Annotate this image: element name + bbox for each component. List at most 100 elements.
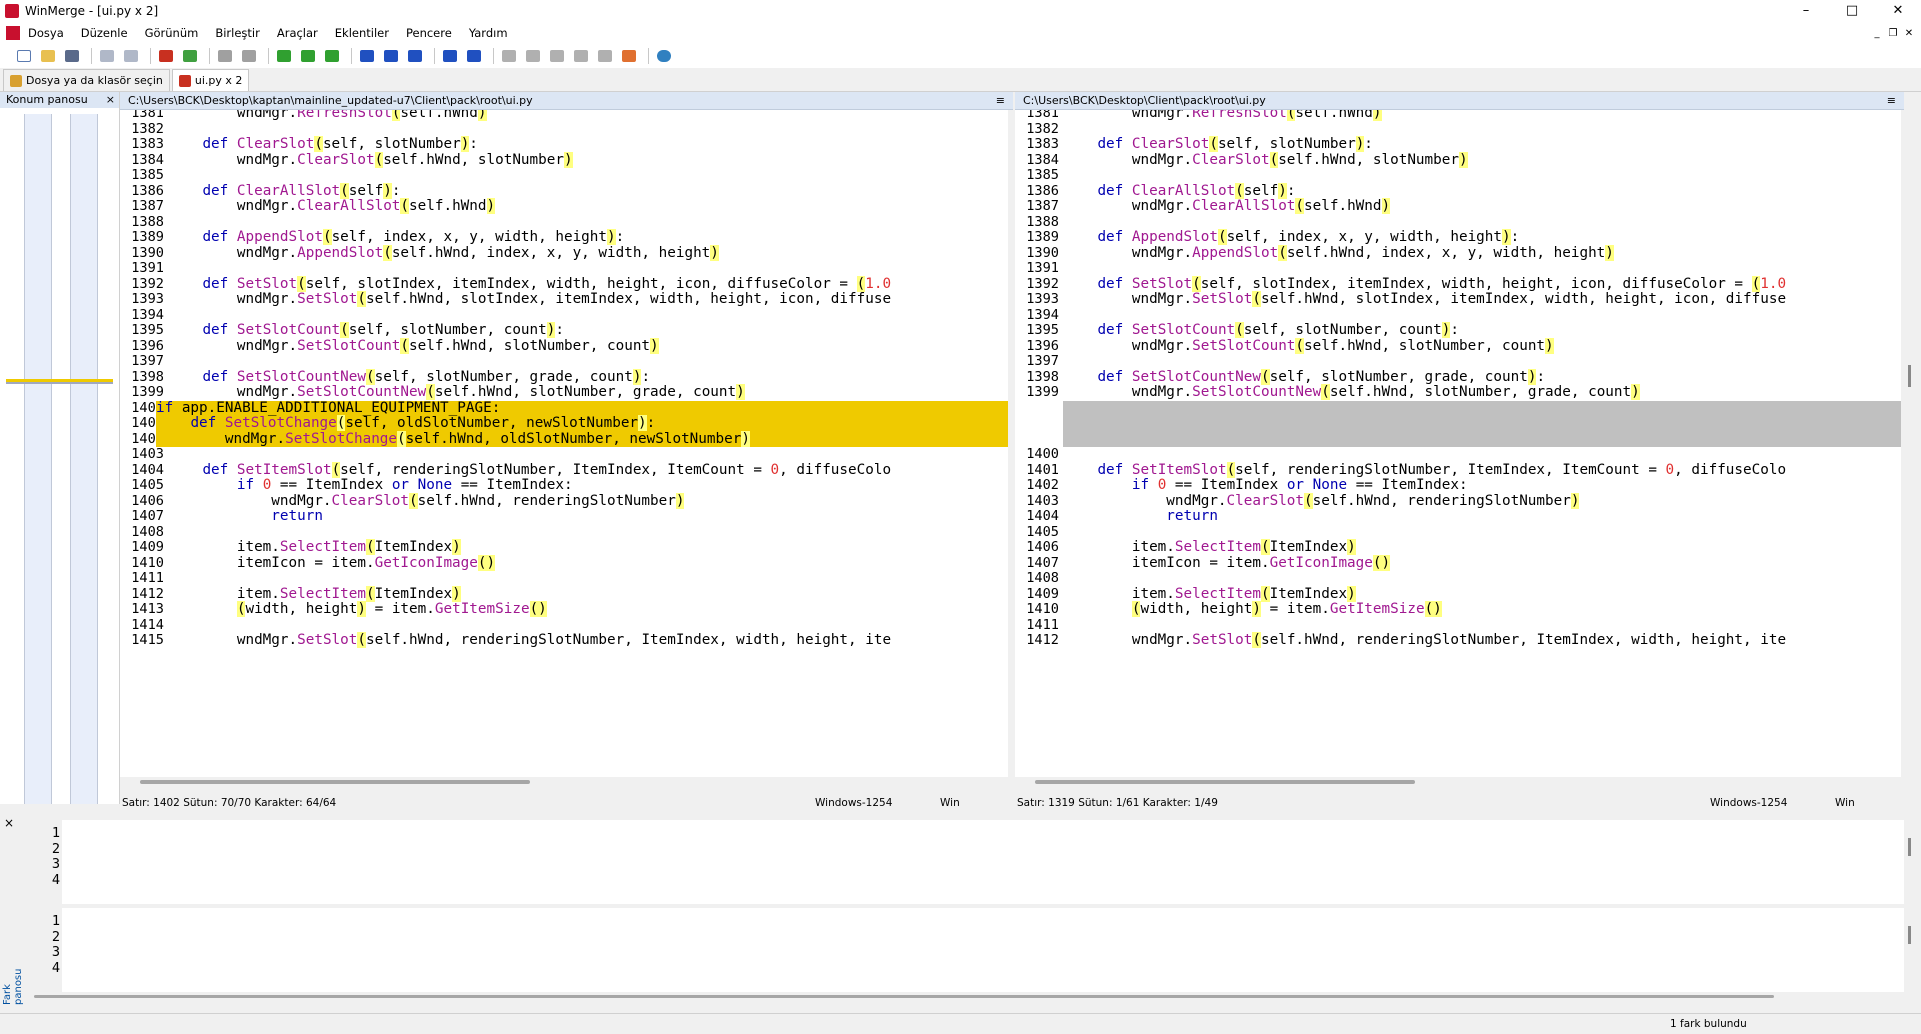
prev-icon[interactable] <box>547 47 567 65</box>
code-line[interactable]: 1411 <box>120 570 1008 587</box>
next-icon[interactable] <box>571 47 591 65</box>
left-pane-menu-button[interactable]: ≡ <box>996 92 1005 110</box>
menu-araclar[interactable]: Araçlar <box>277 26 318 40</box>
code-line[interactable]: 1382 <box>120 121 1008 138</box>
document-icon[interactable] <box>6 26 20 40</box>
tab-select-files[interactable]: Dosya ya da klasör seçin <box>3 69 170 91</box>
code-line[interactable]: 1383 def ClearSlot(self, slotNumber): <box>1015 136 1901 153</box>
code-line[interactable]: 1387 wndMgr.ClearAllSlot(self.hWnd) <box>120 198 1008 215</box>
code-line[interactable]: 1407 itemIcon = item.GetIconImage() <box>1015 554 1901 572</box>
menu-gorunum[interactable]: Görünüm <box>145 26 199 40</box>
code-line[interactable]: 1406 wndMgr.ClearSlot(self.hWnd, renderi… <box>120 492 1008 510</box>
code-line[interactable]: 1397 <box>120 353 1008 370</box>
ghost-line[interactable] <box>1063 431 1901 447</box>
code-line[interactable]: 1402 if 0 == ItemIndex or None == ItemIn… <box>1015 477 1901 494</box>
code-line[interactable]: 1390 wndMgr.AppendSlot(self.hWnd, index,… <box>120 244 1008 262</box>
code-line[interactable]: 1408 <box>120 524 1008 541</box>
right-horizontal-scrollbar[interactable] <box>1015 778 1901 786</box>
diff-line[interactable]: 1400 if app.ENABLE_ADDITIONAL_EQUIPMENT_P… <box>120 400 1008 416</box>
menu-eklentiler[interactable]: Eklentiler <box>335 26 389 40</box>
redo-icon[interactable] <box>121 47 141 65</box>
code-line[interactable]: 1382 <box>1015 121 1901 138</box>
copy-left-icon[interactable] <box>381 47 401 65</box>
code-line[interactable]: 1409 item.SelectItem(ItemIndex) <box>1015 585 1901 603</box>
code-line[interactable]: 1414 <box>120 617 1008 634</box>
code-line[interactable]: 1392 def SetSlot(self, slotIndex, itemIn… <box>1015 275 1901 293</box>
menu-birlestir[interactable]: Birleştir <box>215 26 260 40</box>
code-line[interactable]: 1381 wndMgr.RefreshSlot(self.hWnd) <box>120 110 1008 122</box>
code-line[interactable]: 1391 <box>120 260 1008 277</box>
code-line[interactable]: 1398 def SetSlotCountNew(self, slotNumbe… <box>120 368 1008 386</box>
code-line[interactable]: 1385 <box>120 167 1008 184</box>
code-line[interactable]: 1415 wndMgr.SetSlot(self.hWnd, rendering… <box>120 632 1008 649</box>
diff-line[interactable]: 1401 def SetSlotChange(self, oldSlotNumb… <box>120 415 1008 432</box>
left-code-pane[interactable]: 1381 wndMgr.RefreshSlot(self.hWnd) 1382 13… <box>120 110 1008 777</box>
menu-dosya[interactable]: Dosya <box>28 26 64 40</box>
options-icon[interactable] <box>619 47 639 65</box>
menu-pencere[interactable]: Pencere <box>406 26 452 40</box>
ghost-line[interactable] <box>1063 416 1901 432</box>
code-line[interactable]: 1408 <box>1015 570 1901 587</box>
code-line[interactable]: 1405 <box>1015 524 1901 541</box>
diff-bottom-scroll-thumb[interactable] <box>1908 926 1911 944</box>
code-line[interactable]: 1385 <box>1015 167 1901 184</box>
code-line[interactable]: 1403 <box>120 446 1008 463</box>
code-line[interactable]: 1386 def ClearAllSlot(self): <box>120 182 1008 200</box>
code-line[interactable]: 1386 def ClearAllSlot(self): <box>1015 182 1901 200</box>
code-line[interactable]: 1392 def SetSlot(self, slotIndex, itemIn… <box>120 275 1008 293</box>
code-line[interactable]: 1396 wndMgr.SetSlotCount(self.hWnd, slot… <box>1015 337 1901 355</box>
code-line[interactable]: 1413 (width, height) = item.GetItemSize(… <box>120 601 1008 618</box>
left-horizontal-scrollbar[interactable] <box>120 778 1008 786</box>
code-line[interactable]: 1398 def SetSlotCountNew(self, slotNumbe… <box>1015 368 1901 386</box>
code-line[interactable]: 1384 wndMgr.ClearSlot(self.hWnd, slotNum… <box>120 151 1008 169</box>
code-line[interactable]: 1389 def AppendSlot(self, index, x, y, w… <box>120 229 1008 246</box>
mdi-close-button[interactable]: ✕ <box>1901 28 1917 39</box>
code-line[interactable]: 1390 wndMgr.AppendSlot(self.hWnd, index,… <box>1015 244 1901 262</box>
code-line[interactable]: 1409 item.SelectItem(ItemIndex) <box>120 539 1008 556</box>
code-line[interactable]: 1389 def AppendSlot(self, index, x, y, w… <box>1015 229 1901 246</box>
right-code-pane[interactable]: 1381 wndMgr.RefreshSlot(self.hWnd) 1382 13… <box>1015 110 1901 777</box>
right-vertical-scroll-thumb[interactable] <box>1908 365 1911 387</box>
code-line[interactable]: 1403 wndMgr.ClearSlot(self.hWnd, renderi… <box>1015 492 1901 510</box>
code-line[interactable]: 1404 return <box>1015 508 1901 525</box>
close-button[interactable]: ✕ <box>1875 0 1921 22</box>
copy-right-advance-icon[interactable] <box>405 47 425 65</box>
tab-ui-py[interactable]: ui.py x 2 <box>171 69 250 91</box>
code-line[interactable]: 1388 <box>1015 214 1901 231</box>
code-line[interactable]: 1410 itemIcon = item.GetIconImage() <box>120 554 1008 572</box>
code-line[interactable]: 1383 def ClearSlot(self, slotNumber): <box>120 136 1008 153</box>
up-arrow-icon[interactable] <box>274 47 294 65</box>
diff-pane-bottom-text[interactable] <box>62 908 1904 992</box>
code-line[interactable]: 1393 wndMgr.SetSlot(self.hWnd, slotIndex… <box>1015 291 1901 308</box>
code-line[interactable]: 1397 <box>1015 353 1901 370</box>
location-pane-close-button[interactable]: × <box>106 92 115 108</box>
code-line[interactable]: 1399 wndMgr.SetSlotCountNew(self.hWnd, s… <box>120 384 1008 401</box>
right-pane-menu-button[interactable]: ≡ <box>1887 92 1896 110</box>
code-line[interactable]: 1396 wndMgr.SetSlotCount(self.hWnd, slot… <box>120 337 1008 355</box>
diff-pane-horizontal-scrollbar[interactable] <box>34 994 1902 1000</box>
code-line[interactable]: 1384 wndMgr.ClearSlot(self.hWnd, slotNum… <box>1015 151 1901 169</box>
diff-pane-top-text[interactable] <box>62 820 1904 904</box>
code-line[interactable]: 1399 wndMgr.SetSlotCountNew(self.hWnd, s… <box>1015 384 1901 401</box>
down-arrows-icon[interactable] <box>322 47 342 65</box>
compare-icon[interactable] <box>156 47 176 65</box>
menu-yardim[interactable]: Yardım <box>469 26 508 40</box>
code-line[interactable]: 1412 wndMgr.SetSlot(self.hWnd, rendering… <box>1015 632 1901 649</box>
code-line[interactable]: 1388 <box>120 214 1008 231</box>
undo-icon[interactable] <box>97 47 117 65</box>
code-line[interactable]: 1394 <box>120 307 1008 324</box>
diff-line[interactable]: 1402 wndMgr.SetSlotChange(self.hWnd, old… <box>120 430 1008 447</box>
merge-icon[interactable] <box>499 47 519 65</box>
code-line[interactable]: 1393 wndMgr.SetSlot(self.hWnd, slotIndex… <box>120 291 1008 308</box>
help-icon[interactable] <box>654 47 674 65</box>
first-diff-icon[interactable] <box>215 47 235 65</box>
copy-right-icon[interactable] <box>357 47 377 65</box>
ghost-line[interactable] <box>1063 400 1901 416</box>
code-line[interactable]: 1412 item.SelectItem(ItemIndex) <box>120 585 1008 603</box>
code-line[interactable]: 1410 (width, height) = item.GetItemSize(… <box>1015 601 1901 618</box>
code-line[interactable]: 1405 if 0 == ItemIndex or None == ItemIn… <box>120 477 1008 494</box>
diff-top-scroll-thumb[interactable] <box>1908 838 1911 856</box>
code-line[interactable]: 1395 def SetSlotCount(self, slotNumber, … <box>120 322 1008 339</box>
code-line[interactable]: 1394 <box>1015 307 1901 324</box>
code-line[interactable]: 1407 return <box>120 508 1008 525</box>
